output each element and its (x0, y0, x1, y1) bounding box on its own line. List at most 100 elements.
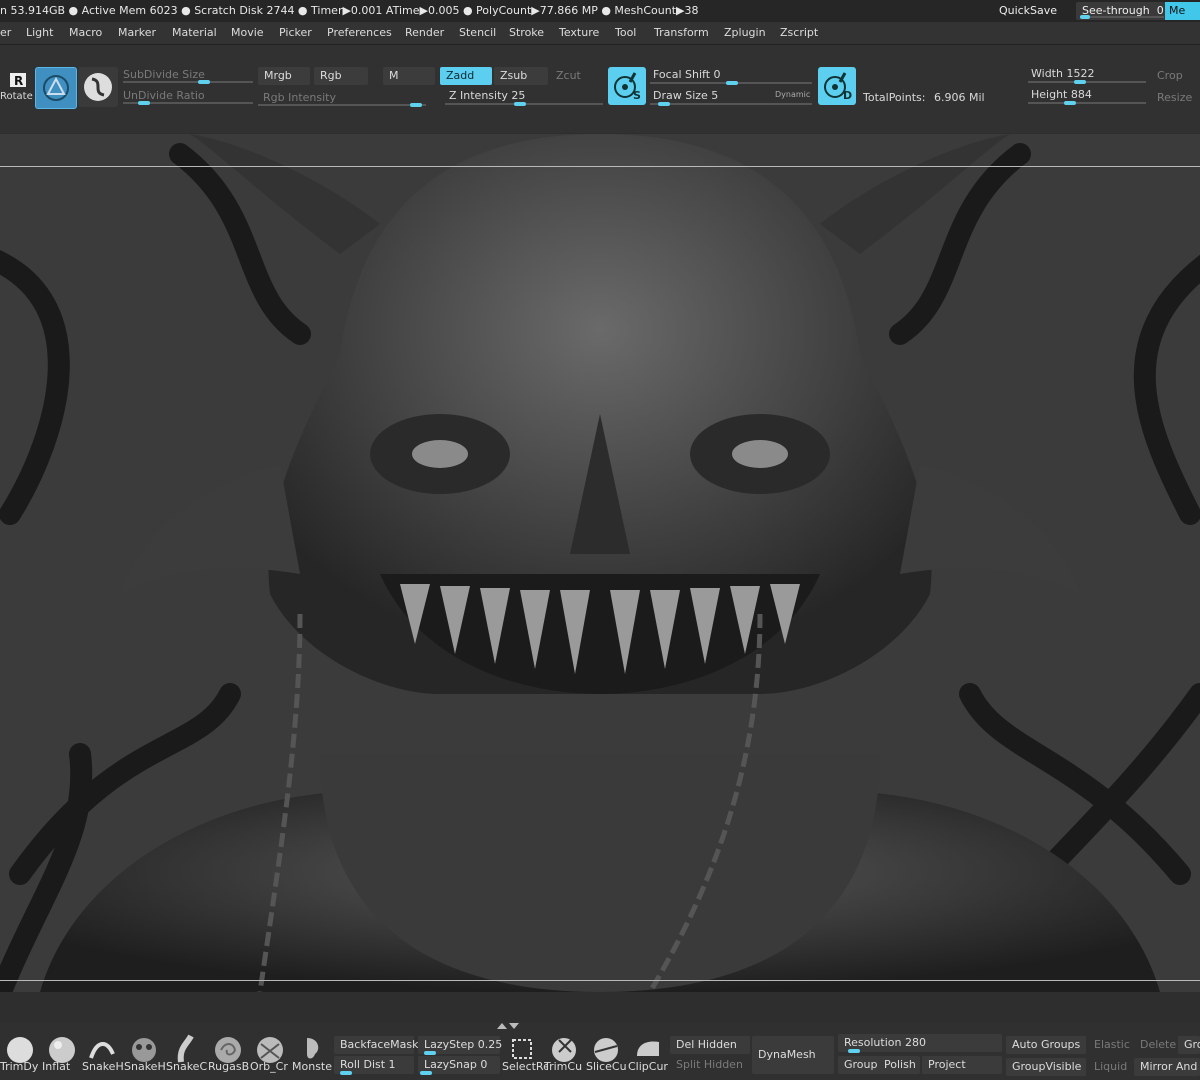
svg-text:R: R (14, 74, 23, 88)
standard-brush-button[interactable]: S (608, 67, 646, 105)
rotate-icon: R (10, 73, 26, 88)
floor-button[interactable] (78, 67, 118, 107)
shelf-toggle-handle[interactable] (495, 1021, 523, 1031)
groups-split-button[interactable]: Gro (1178, 1036, 1200, 1054)
rgb-intensity-label: Rgb Intensity (263, 91, 336, 104)
tool-trim-curve[interactable]: TrimCu (544, 1032, 584, 1078)
stats-readout: n 53.914GB ● Active Mem 6023 ● Scratch D… (0, 4, 699, 17)
group-visible-button[interactable]: GroupVisible (1006, 1058, 1086, 1076)
polish-button[interactable]: Polish (878, 1056, 920, 1074)
m-button[interactable]: M (383, 67, 435, 85)
brush-name: SnakeH (82, 1060, 124, 1073)
frame-guide-top (0, 166, 1200, 167)
undivide-ratio-knob[interactable] (138, 101, 150, 105)
menu-item-marker[interactable]: Marker (118, 26, 156, 39)
brush-orb-cracks[interactable]: Orb_Cr (250, 1032, 290, 1078)
brush-snakehook-1[interactable]: SnakeH (82, 1032, 124, 1078)
corner-menu-button[interactable]: Me (1165, 2, 1200, 20)
menu-item-material[interactable]: Material (172, 26, 217, 39)
sphere-icon (84, 73, 112, 101)
crop-button[interactable]: Crop (1157, 69, 1183, 82)
tool-name: ClipCur (628, 1060, 668, 1073)
rgb-button[interactable]: Rgb (314, 67, 368, 85)
see-through-knob[interactable] (1080, 15, 1090, 19)
zadd-button[interactable]: Zadd (440, 67, 492, 85)
menu-item-render[interactable]: Render (405, 26, 444, 39)
tool-slice-curve[interactable]: SliceCu (586, 1032, 627, 1078)
zsub-button[interactable]: Zsub (494, 67, 548, 85)
menu-item-zplugin[interactable]: Zplugin (724, 26, 766, 39)
menu-item-stroke[interactable]: Stroke (509, 26, 544, 39)
brush-snakecurve[interactable]: SnakeC (166, 1032, 207, 1078)
tool-clip-curve[interactable]: ClipCur (628, 1032, 668, 1078)
total-points-value: 6.906 Mil (934, 91, 985, 104)
height-knob[interactable] (1064, 101, 1076, 105)
rgb-intensity-knob[interactable] (410, 103, 422, 107)
del-hidden-button[interactable]: Del Hidden (670, 1036, 750, 1054)
menu-item-picker[interactable]: Picker (279, 26, 312, 39)
lazy-snap-knob[interactable] (420, 1071, 432, 1075)
sculpt-render (0, 134, 1200, 992)
width-knob[interactable] (1074, 80, 1086, 84)
split-hidden-button[interactable]: Split Hidden (670, 1056, 750, 1074)
roll-dist-knob[interactable] (340, 1071, 352, 1075)
quicksave-button[interactable]: QuickSave (992, 2, 1064, 20)
menu-item-tool[interactable]: Tool (615, 26, 636, 39)
brush-monster[interactable]: Monste (292, 1032, 332, 1078)
brush-name: SnakeC (166, 1060, 208, 1073)
triangle-icon (43, 75, 69, 101)
rotate-button[interactable]: R Rotate (0, 71, 33, 103)
lazy-step-knob[interactable] (424, 1051, 436, 1055)
project-button[interactable]: Project (922, 1056, 1002, 1074)
brush-inflate[interactable]: Inflat (42, 1032, 82, 1078)
resolution-knob[interactable] (848, 1049, 860, 1053)
resize-button[interactable]: Resize (1157, 91, 1192, 104)
brush-name: RugasB (208, 1060, 250, 1073)
brush-name: Monste (292, 1060, 333, 1073)
canvas-viewport[interactable] (0, 134, 1200, 992)
zcut-button[interactable]: Zcut (550, 67, 602, 85)
z-intensity-knob[interactable] (514, 102, 526, 106)
draw-size-track (650, 103, 812, 105)
auto-groups-button[interactable]: Auto Groups (1006, 1036, 1086, 1054)
dynamic-toggle[interactable]: Dynamic (775, 90, 810, 99)
brush-name: TrimDy (0, 1060, 39, 1073)
tool-name: TrimCu (544, 1060, 583, 1073)
subdivide-size-knob[interactable] (198, 80, 210, 84)
brush-name: Orb_Cr (250, 1060, 288, 1073)
mrgb-button[interactable]: Mrgb (258, 67, 310, 85)
see-through-track (1080, 16, 1164, 18)
liquid-button[interactable]: Liquid (1088, 1058, 1134, 1076)
brush-snakehook-2[interactable]: SnakeH (124, 1032, 166, 1078)
menu-item-preferences[interactable]: Preferences (327, 26, 392, 39)
menu-item-texture[interactable]: Texture (559, 26, 599, 39)
height-track (1028, 102, 1146, 104)
dynamesh-button[interactable]: DynaMesh (752, 1036, 834, 1074)
brush-trimdynamic[interactable]: TrimDy (0, 1032, 40, 1078)
dots-brush-button[interactable]: D (818, 67, 856, 105)
menu-item-macro[interactable]: Macro (69, 26, 102, 39)
menu-item-movie[interactable]: Movie (231, 26, 264, 39)
delete-button[interactable]: Delete (1134, 1036, 1178, 1054)
tool-select-rect[interactable]: SelectRe (502, 1032, 548, 1078)
backface-mask-button[interactable]: BackfaceMask (334, 1036, 418, 1054)
menu-item-zscript[interactable]: Zscript (780, 26, 818, 39)
menu-item-light[interactable]: Light (26, 26, 53, 39)
draw-size-label: Draw Size 5 (653, 89, 719, 102)
menu-item-transform[interactable]: Transform (654, 26, 709, 39)
total-points-label: TotalPoints: (863, 91, 926, 104)
brush-rugasb[interactable]: RugasB (208, 1032, 249, 1078)
perspective-button[interactable] (35, 67, 77, 109)
draw-size-knob[interactable] (658, 102, 670, 106)
see-through-slider[interactable]: See-through 0 (1076, 2, 1168, 20)
subdivide-size-label: SubDivide Size (123, 68, 205, 81)
tool-name: SliceCu (586, 1060, 627, 1073)
mirror-and-weld-button[interactable]: Mirror And (1134, 1058, 1200, 1076)
menu-item-layer[interactable]: er (0, 26, 11, 39)
elastic-button[interactable]: Elastic (1088, 1036, 1134, 1054)
menu-item-stencil[interactable]: Stencil (459, 26, 496, 39)
resolution-slider[interactable]: Resolution 280 (838, 1034, 1002, 1052)
focal-shift-knob[interactable] (726, 81, 738, 85)
width-track (1028, 81, 1146, 83)
frame-guide-bottom (0, 980, 1200, 981)
